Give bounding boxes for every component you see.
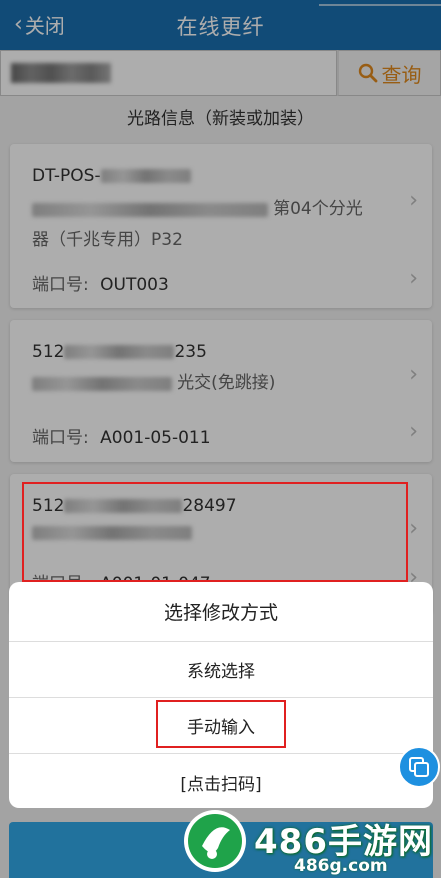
watermark-url: 486g.com <box>294 856 388 876</box>
sheet-title: 选择修改方式 <box>9 582 433 642</box>
floating-window-button[interactable] <box>398 746 440 788</box>
site-watermark: 486手游网 486g.com <box>182 808 441 878</box>
copy-icon <box>409 757 429 777</box>
annotation-highlight-manual <box>156 700 286 748</box>
annotation-highlight-card <box>22 482 408 582</box>
watermark-logo-icon <box>184 810 246 872</box>
option-scan-code[interactable]: [点击扫码] <box>9 754 433 808</box>
option-system-select[interactable]: 系统选择 <box>9 642 433 698</box>
modify-method-sheet: 选择修改方式 系统选择 手动输入 [点击扫码] <box>9 582 433 808</box>
